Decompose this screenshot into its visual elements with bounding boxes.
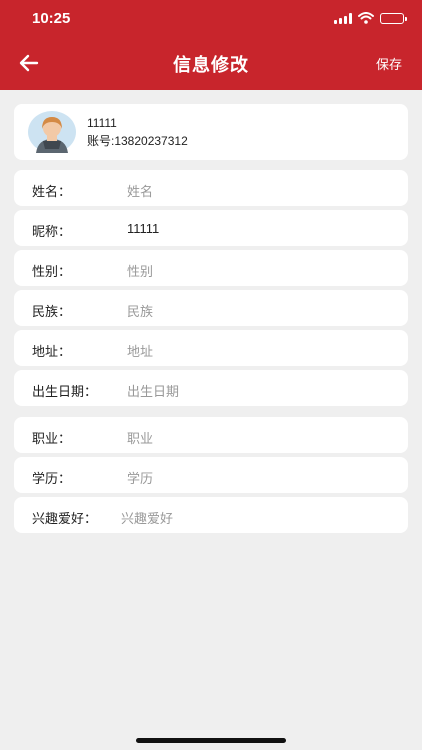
field-label-gender: 性别：: [32, 264, 72, 279]
field-input-hobbies[interactable]: 兴趣爱好: [121, 508, 173, 527]
field-input-gender[interactable]: 性别: [127, 261, 153, 280]
field-input-name[interactable]: 姓名: [127, 181, 153, 200]
field-row-occupation[interactable]: 职业： 职业: [14, 417, 408, 453]
field-input-address[interactable]: 地址: [127, 341, 153, 360]
profile-account: 账号:13820237312: [87, 134, 188, 148]
status-icons: [334, 12, 407, 24]
field-input-nickname[interactable]: 11111: [127, 221, 159, 236]
page-title: 信息修改: [173, 55, 249, 75]
field-input-birthdate[interactable]: 出生日期: [127, 381, 179, 400]
header-bar: 10:25 信息修改 保存: [0, 0, 422, 90]
field-input-ethnicity[interactable]: 民族: [127, 301, 153, 320]
field-row-nickname[interactable]: 昵称： 11111: [14, 210, 408, 246]
field-label-hobbies: 兴趣爱好：: [32, 511, 98, 526]
field-row-education[interactable]: 学历： 学历: [14, 457, 408, 493]
wifi-icon: [358, 12, 374, 24]
home-indicator[interactable]: [136, 738, 286, 743]
avatar[interactable]: [28, 111, 76, 153]
field-label-occupation: 职业：: [32, 431, 72, 446]
field-row-ethnicity[interactable]: 民族： 民族: [14, 290, 408, 326]
field-label-address: 地址：: [32, 344, 72, 359]
field-row-name[interactable]: 姓名： 姓名: [14, 170, 408, 206]
field-row-birthdate[interactable]: 出生日期： 出生日期: [14, 370, 408, 406]
field-row-gender[interactable]: 性别： 性别: [14, 250, 408, 286]
battery-icon: [380, 12, 407, 24]
field-label-birthdate: 出生日期：: [32, 384, 98, 399]
field-input-education[interactable]: 学历: [127, 468, 153, 487]
field-input-occupation[interactable]: 职业: [127, 428, 153, 447]
profile-name: 11111: [87, 116, 117, 130]
profile-card[interactable]: 11111 账号:13820237312: [14, 104, 408, 160]
field-label-education: 学历：: [32, 471, 72, 486]
save-button[interactable]: 保存: [376, 54, 402, 73]
field-row-address[interactable]: 地址： 地址: [14, 330, 408, 366]
field-label-nickname: 昵称：: [32, 224, 72, 239]
field-label-ethnicity: 民族：: [32, 304, 72, 319]
status-time: 10:25: [32, 10, 71, 27]
field-row-hobbies[interactable]: 兴趣爱好： 兴趣爱好: [14, 497, 408, 533]
field-label-name: 姓名：: [32, 184, 72, 199]
signal-icon: [334, 12, 352, 24]
